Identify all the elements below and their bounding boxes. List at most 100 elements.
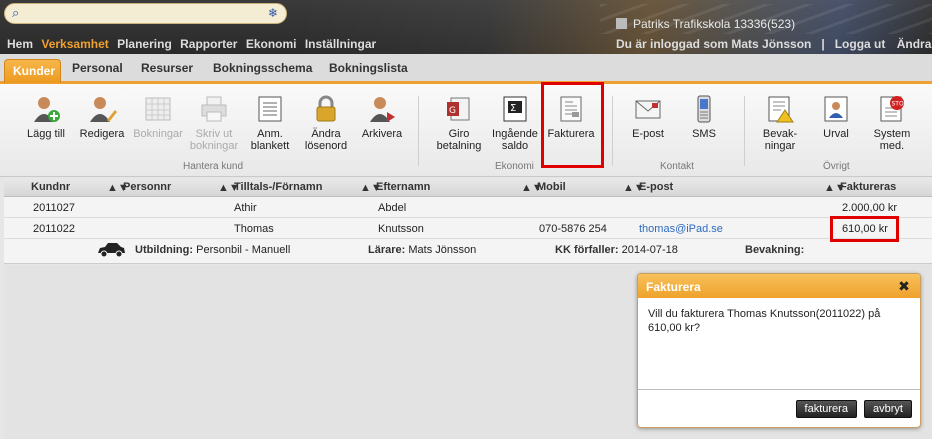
change-link[interactable]: Ändra lö <box>897 37 932 51</box>
table-row[interactable]: 2011027 Athir Abdel 2.000,00 kr <box>4 197 932 218</box>
change-password-button[interactable]: Ändra lösenord <box>296 94 356 152</box>
user-bar: Du är inloggad som Mats Jönsson | Logga ut… <box>616 37 932 51</box>
sort-icon[interactable]: ▲▼ <box>360 182 382 194</box>
calendar-icon <box>145 97 171 121</box>
table-body: 2011027 Athir Abdel 2.000,00 kr 2011022 … <box>4 197 932 264</box>
dialog-message: Vill du fakturera Thomas Knutsson(201102… <box>638 298 920 390</box>
cell-kundnr: 2011027 <box>33 202 76 214</box>
giro-icon: G <box>447 97 470 121</box>
print-bookings-button[interactable]: Skriv ut bokningar <box>184 94 244 152</box>
cell-mobil: 070-5876 254 <box>539 223 607 235</box>
nav-rapporter[interactable]: Rapporter <box>180 37 237 51</box>
dialog-buttons: fakturera avbryt <box>792 400 912 418</box>
archive-button[interactable]: Arkivera <box>352 94 412 140</box>
balance-label-2: saldo <box>501 140 529 152</box>
report-label-2: blankett <box>250 140 290 152</box>
svg-text:G: G <box>449 106 456 116</box>
monitoring-button[interactable]: Bevak- ningar <box>750 94 810 152</box>
group-label-economy: Ekonomi <box>495 161 534 172</box>
system-label-2: med. <box>879 140 905 152</box>
dialog-title: Fakturera <box>646 280 701 294</box>
dialog-header: Fakturera ✖ <box>638 274 920 298</box>
sort-icon[interactable]: ▲▼ <box>623 182 645 194</box>
nav-installningar[interactable]: Inställningar <box>305 37 376 51</box>
giro-label-1: Giro <box>448 128 470 140</box>
col-efternamn[interactable]: Efternamn <box>376 181 430 193</box>
col-personnr[interactable]: Personnr <box>123 181 171 193</box>
form-icon <box>258 96 282 122</box>
sort-icon[interactable]: ▲▼ <box>218 182 240 194</box>
kk-value: 2014-07-18 <box>621 244 678 256</box>
nav-verksamhet[interactable]: Verksamhet <box>41 37 108 51</box>
tab-bokningsschema[interactable]: Bokningsschema <box>213 61 312 75</box>
giro-payment-button[interactable]: G Giro betalning <box>429 94 489 152</box>
email-label: E-post <box>632 128 664 140</box>
email-icon <box>635 100 661 119</box>
tab-bokningslista[interactable]: Bokningslista <box>329 61 408 75</box>
sort-icon[interactable]: ▲▼ <box>824 182 846 194</box>
balance-label-1: Ingående <box>492 128 538 140</box>
user-add-icon <box>34 97 60 122</box>
bookings-label: Bokningar <box>133 128 183 140</box>
sms-button[interactable]: SMS <box>674 94 734 140</box>
separator: | <box>821 37 825 51</box>
highlight-amount <box>830 216 899 242</box>
tab-resurser[interactable]: Resurser <box>141 61 193 75</box>
selection-label: Urval <box>823 128 849 140</box>
user-edit-icon <box>90 97 117 122</box>
email-button[interactable]: E-post <box>618 94 678 140</box>
opening-balance-button[interactable]: Σ Ingående saldo <box>485 94 545 152</box>
tab-personal[interactable]: Personal <box>72 61 123 75</box>
kk-label: KK förfaller: <box>555 244 619 256</box>
user-list-icon <box>824 96 848 122</box>
close-icon[interactable]: ✖ <box>896 278 912 294</box>
school-name: Patriks Trafikskola 13336(523) <box>616 17 795 31</box>
sort-icon[interactable]: ▲▼ <box>521 182 543 194</box>
col-faktureras[interactable]: Faktureras <box>840 181 896 193</box>
report-label-1: Anm. <box>257 128 283 140</box>
building-icon <box>616 18 627 29</box>
password-label-2: lösenord <box>304 140 348 152</box>
sms-label: SMS <box>692 128 716 140</box>
cell-faktureras: 2.000,00 kr <box>842 202 898 214</box>
training-label: Utbildning: <box>135 244 194 256</box>
teacher-value: Mats Jönsson <box>408 244 477 256</box>
cancel-button[interactable]: avbryt <box>864 400 912 418</box>
cell-fornamn: Thomas <box>234 223 274 235</box>
archive-label: Arkivera <box>361 128 403 140</box>
table-row[interactable]: 2011022 Thomas Knutsson 070-5876 254 tho… <box>4 218 932 239</box>
cell-efternamn: Abdel <box>378 202 407 214</box>
password-label-1: Ändra <box>311 128 341 140</box>
search-input[interactable] <box>27 6 262 21</box>
nav-hem[interactable]: Hem <box>7 37 33 51</box>
sort-icon[interactable]: ▲▼ <box>107 182 129 194</box>
edit-customer-button[interactable]: Redigera <box>72 94 132 140</box>
toolbar: Lägg till Redigera Bokningar Skriv ut bo… <box>0 84 932 177</box>
table-header: Kundnr Personnr Tilltals-/Förnamn Eftern… <box>4 178 932 197</box>
report-form-button[interactable]: Anm. blankett <box>240 94 300 152</box>
satellite-icon[interactable]: ❄ <box>268 6 278 20</box>
cell-epost-link[interactable]: thomas@iPad.se <box>639 223 723 235</box>
selection-button[interactable]: Urval <box>806 94 866 140</box>
highlight-invoice-button <box>541 82 604 168</box>
nav-ekonomi[interactable]: Ekonomi <box>246 37 297 51</box>
monitoring-label-1: Bevak- <box>762 128 798 140</box>
warning-document-icon <box>768 96 794 123</box>
svg-text:Σ: Σ <box>510 103 516 114</box>
tab-kunder[interactable]: Kunder <box>4 59 61 83</box>
col-kundnr[interactable]: Kundnr <box>31 181 70 193</box>
search-box[interactable]: ⌕ ❄ <box>4 3 287 24</box>
school-name-text: Patriks Trafikskola 13336(523) <box>633 17 796 31</box>
group-separator <box>744 96 745 166</box>
nav-planering[interactable]: Planering <box>117 37 172 51</box>
logout-link[interactable]: Logga ut <box>835 37 886 51</box>
search-icon[interactable]: ⌕ <box>12 6 24 19</box>
group-separator <box>418 96 419 166</box>
invoice-confirm-button[interactable]: fakturera <box>795 400 857 418</box>
stop-document-icon: STOP <box>880 96 907 122</box>
bookings-button[interactable]: Bokningar <box>128 94 188 140</box>
add-customer-button[interactable]: Lägg till <box>16 94 76 140</box>
print-label-1: Skriv ut <box>195 128 233 140</box>
system-message-button[interactable]: STOP System med. <box>862 94 922 152</box>
col-fornamn[interactable]: Tilltals-/Förnamn <box>234 181 322 193</box>
